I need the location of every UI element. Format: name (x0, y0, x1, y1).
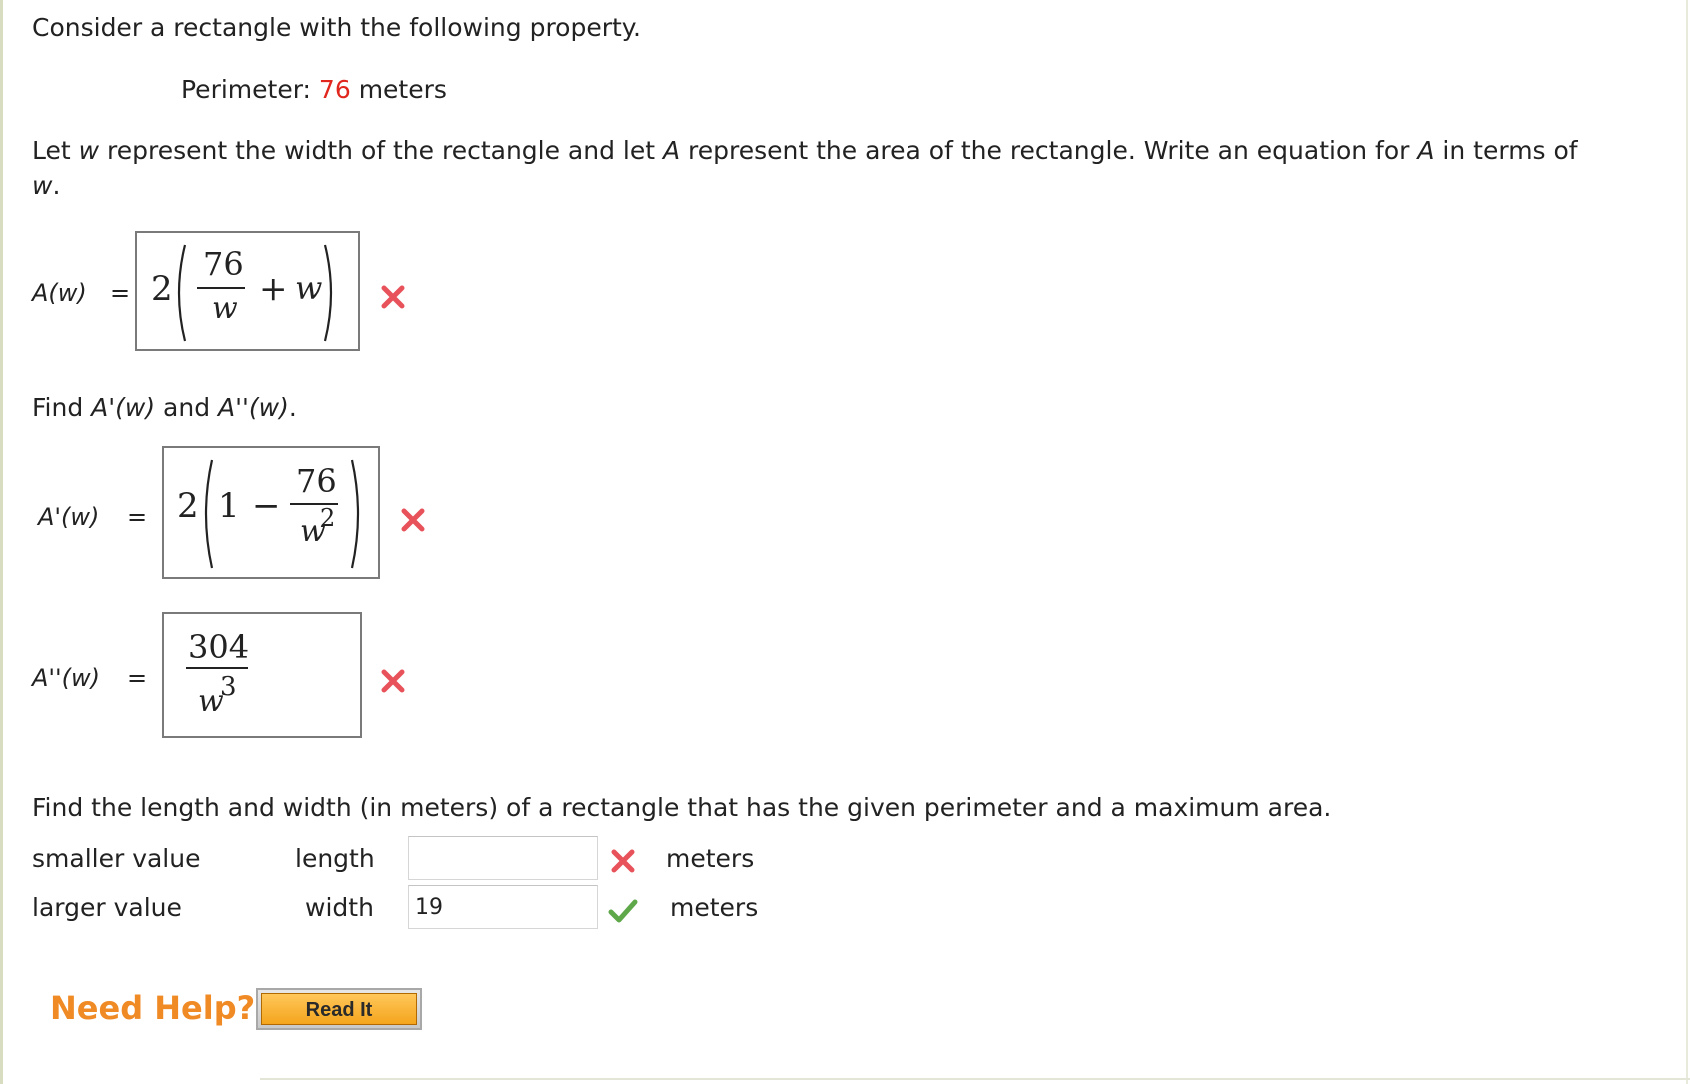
variable-w: w (78, 136, 100, 165)
second-derivative-numerator: 304 (188, 628, 250, 666)
second-derivative-equals: = (127, 664, 148, 692)
x-mark-icon (381, 285, 405, 309)
row-value-label: smaller value (32, 844, 201, 873)
right-border (1686, 0, 1688, 1084)
need-help-label: Need Help? (50, 989, 256, 1027)
area-fraction-bar (197, 287, 245, 289)
x-mark-icon (381, 669, 405, 693)
derivatives-prompt: Find A'(w) and A''(w). (32, 392, 297, 424)
bottom-border (260, 1078, 1690, 1080)
perimeter-line: Perimeter: 76 meters (181, 74, 447, 106)
max-area-prompt: Find the length and width (in meters) of… (32, 793, 1332, 822)
left-border (0, 0, 3, 1084)
first-derivative-ref: A'(w) (91, 393, 156, 422)
prompt-text: Find (32, 393, 92, 422)
length-label: length (295, 844, 375, 873)
length-input[interactable] (408, 836, 598, 880)
area-label: A(w) (32, 279, 87, 307)
variable-a: A (1417, 136, 1435, 165)
variable-a: A (662, 136, 681, 165)
second-derivative-label: A''(w) (32, 664, 100, 692)
second-derivative-ref: A''(w) (218, 393, 289, 422)
first-derivative-one: 1 (218, 486, 240, 526)
second-derivative-fraction-bar (186, 667, 248, 669)
area-coef: 2 (151, 269, 173, 309)
perimeter-value: 76 (318, 75, 351, 104)
first-derivative-coef: 2 (177, 486, 199, 526)
area-term: w (295, 269, 323, 307)
length-unit: meters (666, 844, 755, 873)
problem-intro: Consider a rectangle with the following … (32, 13, 641, 42)
area-plus: + (259, 269, 288, 309)
instruction-text: Let (32, 136, 79, 165)
first-derivative-exponent: 2 (320, 504, 336, 532)
width-input[interactable] (408, 885, 598, 929)
perimeter-unit: meters (358, 75, 447, 104)
instruction-line-1: Let w represent the width of the rectang… (32, 135, 1578, 167)
left-paren-icon (204, 459, 214, 569)
instruction-text: represent the area of the rectangle. Wri… (680, 136, 1418, 165)
first-derivative-label: A'(w) (38, 503, 100, 531)
read-it-label: Read It (261, 993, 417, 1025)
instruction-text: . (52, 171, 61, 200)
area-numerator: 76 (203, 245, 244, 283)
right-paren-icon (350, 459, 360, 569)
width-unit: meters (670, 893, 759, 922)
area-equals: = (110, 279, 131, 307)
first-derivative-equals: = (127, 503, 148, 531)
check-mark-icon (608, 899, 638, 923)
instruction-text: represent the width of the rectangle and… (99, 136, 663, 165)
x-mark-icon (611, 849, 635, 873)
instruction-line-2: w. (32, 170, 60, 202)
left-paren-icon (177, 244, 187, 342)
row-value-label: larger value (32, 893, 182, 922)
first-derivative-minus: − (252, 486, 281, 526)
first-derivative-answer-box[interactable]: 2 1 − 76 w 2 (162, 446, 380, 579)
area-denominator: w (212, 291, 238, 326)
prompt-text: . (288, 393, 297, 422)
instruction-text: in terms of (1434, 136, 1578, 165)
right-paren-icon (323, 244, 333, 342)
second-derivative-exponent: 3 (220, 672, 237, 702)
area-answer-box[interactable]: 2 76 w + w (135, 231, 360, 351)
read-it-button[interactable]: Read It (256, 988, 422, 1030)
second-derivative-answer-box[interactable]: 304 w 3 (162, 612, 362, 738)
first-derivative-numerator: 76 (296, 462, 337, 500)
variable-w: w (32, 171, 53, 200)
x-mark-icon (401, 508, 425, 532)
prompt-text: and (155, 393, 219, 422)
perimeter-label: Perimeter: (181, 75, 311, 104)
width-label: width (305, 893, 374, 922)
